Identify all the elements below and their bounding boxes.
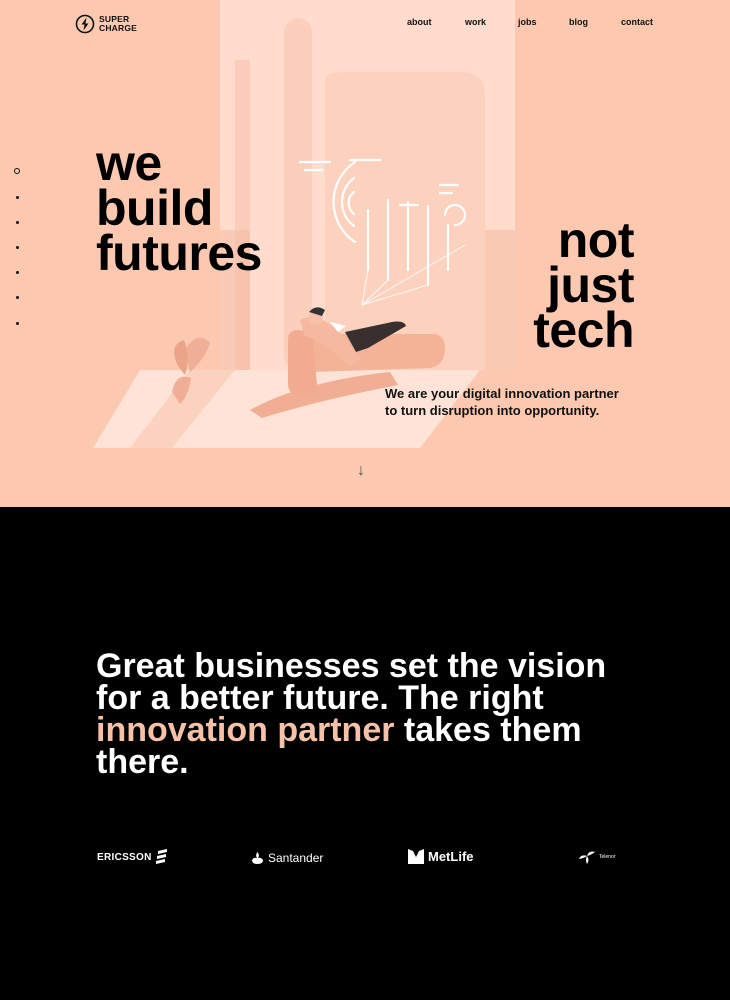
tagline-line: We are your digital innovation partner [385, 386, 619, 401]
client-logo-metlife: MetLife [408, 849, 474, 864]
ericsson-mark-icon [155, 849, 167, 864]
section-dot-7[interactable] [16, 322, 19, 325]
client-name: Santander [268, 851, 324, 865]
headline-left-line: futures [96, 225, 262, 281]
client-name: ERICSSON [97, 851, 152, 863]
section-dot-2[interactable] [16, 196, 19, 199]
headline-left: we build futures [96, 138, 262, 281]
nav-link-work[interactable]: work [465, 17, 486, 27]
section-dot-5[interactable] [16, 271, 19, 274]
scroll-down-arrow-icon[interactable]: ↓ [357, 462, 365, 480]
hero-tagline: We are your digital innovation partner t… [385, 385, 655, 419]
client-logos: ERICSSON Santander MetLife Telenor [0, 845, 730, 869]
client-name: MetLife [428, 849, 474, 864]
section-dot-4[interactable] [16, 246, 19, 249]
nav-link-contact[interactable]: contact [621, 17, 653, 27]
nav-link-jobs[interactable]: jobs [518, 17, 537, 27]
client-logo-santander: Santander [251, 851, 323, 865]
main-nav: about work jobs blog contact [0, 17, 730, 29]
headline-right-line: tech [533, 302, 634, 358]
intro-text-before: Great businesses set the vision for a be… [96, 647, 607, 717]
nav-link-about[interactable]: about [407, 17, 432, 27]
hero-section: SUPER CHARGE about work jobs blog contac… [0, 0, 730, 507]
nav-link-blog[interactable]: blog [569, 17, 588, 27]
section-dot-1[interactable] [14, 168, 20, 174]
section-dot-3[interactable] [16, 221, 19, 224]
santander-flame-icon [252, 852, 263, 864]
client-name: Telenor [599, 854, 616, 860]
tagline-line: to turn disruption into opportunity. [385, 403, 600, 418]
telenor-propeller-icon [579, 851, 595, 864]
client-logo-ericsson: ERICSSON [97, 849, 168, 865]
metlife-m-icon [408, 849, 424, 864]
section-dot-6[interactable] [16, 296, 19, 299]
intro-statement: Great businesses set the vision for a be… [96, 647, 656, 779]
client-logo-telenor: Telenor [579, 850, 615, 864]
headline-right: not just tech [533, 215, 634, 358]
